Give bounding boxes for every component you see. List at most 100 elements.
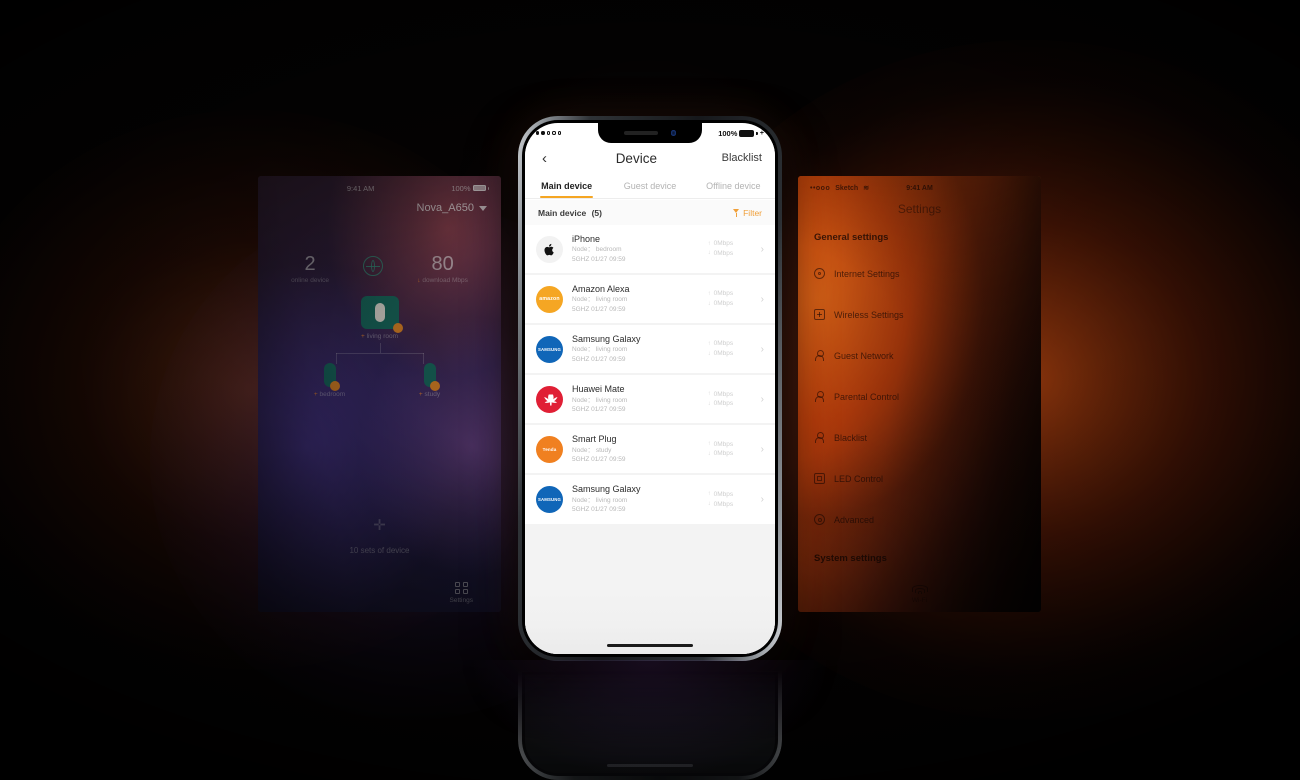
device-name: Huawei Mate [572,384,625,395]
tab-main-device[interactable]: Main device [525,173,608,198]
ssid-selector[interactable]: Nova_A650 [417,202,487,214]
device-band-timestamp: 5GHZ 01/27 09:59 [572,355,626,363]
stat-value: 2 [304,253,316,275]
device-info: Samsung Galaxy Node： living room 5GHZ 01/2… [572,334,699,364]
settings-item-advanced[interactable]: Advanced [814,514,1031,525]
settings-item-label: Internet Settings [834,268,900,279]
wifi-settings-icon [814,309,825,320]
apple-logo-icon [536,235,563,263]
left-phone-screen: 9:41 AM 100% Nova_A650 2 online device 8… [258,176,501,612]
upload-value: 0Mbps [713,340,734,348]
section-header: Main device (5) Filter [525,200,775,225]
funnel-icon [733,208,740,217]
network-topology: + living room + bedroom + study [258,296,501,398]
left-battery-percent: 100% [451,183,471,193]
settings-item-internet[interactable]: Internet Settings [814,268,1031,279]
node-study[interactable]: + study [404,363,456,398]
notch [598,123,702,143]
blacklist-button[interactable]: Blacklist [722,152,762,164]
device-node: Node： study [572,446,612,454]
settings-item-label: Blacklist [834,432,868,443]
node-badge [329,381,340,391]
node-sub-router [423,363,440,391]
node-main-router[interactable] [360,296,403,333]
settings-item-blacklist[interactable]: Blacklist [814,432,1031,443]
user-icon [814,391,825,402]
device-throughput: ↑ 0Mbps ↓ 0Mbps [708,490,750,510]
upload-value: 0Mbps [713,390,734,398]
device-node: Node： living room [572,346,628,354]
arrow-up-icon: ↑ [707,240,711,247]
node-sub-router [323,363,340,391]
phone-bezel: 100% + ‹ Device Blacklist Main device Gu… [522,120,778,657]
settings-item-led-control[interactable]: LED Control [814,473,1031,484]
device-band-timestamp: 5GHZ 01/27 09:59 [572,405,626,413]
node-main-label: + living room [360,333,399,340]
back-button[interactable]: ‹ [538,149,551,168]
settings-item-wireless[interactable]: Wireless Settings [814,309,1031,320]
plus-icon[interactable]: ✛ [258,516,501,534]
stat-online-devices: 2 online device [291,253,329,285]
user-icon [814,350,825,361]
device-row[interactable]: iPhone Node： bedroom 5GHZ 01/27 09:59 ↑ 0Mbp… [525,225,775,274]
section-title-text: Main device [538,207,587,218]
arrow-up-icon: ↑ [707,390,711,397]
filter-label: Filter [743,207,762,218]
arrow-down-icon: ↓ [707,250,711,257]
device-row[interactable]: amazon Amazon Alexa Node： living room 5GHZ … [525,275,775,324]
device-band-timestamp: 5GHZ 01/27 09:59 [572,456,626,464]
device-row[interactable]: SAMSUNG Samsung Galaxy Node： living room 5G… [525,325,775,374]
right-tabbar-wifi[interactable]: Wi-Fi [798,585,1041,604]
router-indicator-icon [374,303,385,322]
left-status-time: 9:41 AM [346,183,375,193]
samsung-logo-icon: SAMSUNG [536,486,563,514]
battery-indicator: 100% + [718,129,764,138]
device-info: iPhone Node： bedroom 5GHZ 01/27 09:59 [572,234,699,264]
node-bedroom[interactable]: + bedroom [304,363,356,398]
device-name: Smart Plug [572,434,617,445]
connector-leg [335,353,337,364]
download-value: 0Mbps [713,500,734,508]
battery-percent: 100% [718,128,738,138]
arrow-up-icon: ↑ [707,441,711,448]
download-value: 0Mbps [713,450,734,458]
tab-offline-device[interactable]: Offline device [692,173,775,198]
chevron-right-icon: › [760,443,764,455]
tab-guest-device[interactable]: Guest device [608,173,691,198]
filter-button[interactable]: Filter [733,208,762,218]
left-tabbar-settings[interactable]: Settings [449,581,474,604]
arrow-down-icon: ↓ [707,450,711,457]
download-value: 0Mbps [713,250,734,258]
page-title: Device [615,150,657,166]
device-row[interactable]: Huawei Mate Node： living room 5GHZ 01/27 0… [525,375,775,424]
device-throughput: ↑ 0Mbps ↓ 0Mbps [708,239,750,259]
left-tabbar-label: Settings [449,597,474,604]
settings-item-guest-network[interactable]: Guest Network [814,350,1031,361]
device-band-timestamp: 5GHZ 01/27 09:59 [572,506,626,514]
settings-item-label: Wireless Settings [834,309,904,320]
device-name: Samsung Galaxy [572,334,641,345]
right-status-time: 9:41 AM [906,184,933,192]
device-list[interactable]: iPhone Node： bedroom 5GHZ 01/27 09:59 ↑ 0Mbp… [525,225,775,654]
home-indicator[interactable] [607,643,693,647]
arrow-down-icon: ↓ [707,300,711,307]
device-row[interactable]: Tenda Smart Plug Node： study 5GHZ 01/27 09:… [525,425,775,474]
chevron-right-icon: › [760,494,764,506]
stat-internet-status [363,254,384,276]
user-icon [814,432,825,443]
settings-item-parental-control[interactable]: Parental Control [814,391,1031,402]
device-node: Node： living room [572,496,628,504]
node-sub-label: + bedroom [313,391,346,398]
settings-group-header-general: General settings [814,232,889,243]
device-band-timestamp: 5GHZ 01/27 09:59 [572,305,626,313]
reflection-screen [525,675,775,773]
main-phone-device: 100% + ‹ Device Blacklist Main device Gu… [518,116,782,661]
battery-cap-icon [487,186,489,190]
device-node: Node： living room [572,296,628,304]
navigation-bar: ‹ Device Blacklist [525,143,775,173]
signal-strength-icon [536,131,561,135]
device-name: iPhone [572,234,601,244]
tenda-logo-icon: Tenda [536,435,563,463]
device-row[interactable]: SAMSUNG Samsung Galaxy Node： living room 5G… [525,475,775,524]
device-throughput: ↑ 0Mbps ↓ 0Mbps [708,339,750,359]
